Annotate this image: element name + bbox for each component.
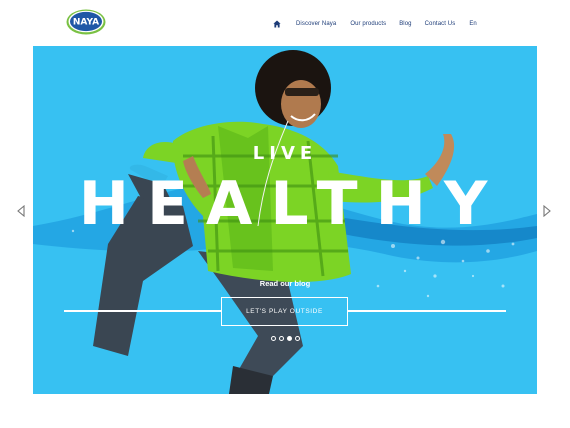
nav-contact-us[interactable]: Contact Us <box>425 21 456 27</box>
main-nav: Discover Naya Our products Blog Contact … <box>272 18 488 30</box>
cta-button[interactable]: LET'S PLAY OUTSIDE <box>221 297 348 326</box>
us-flag-icon <box>481 22 488 27</box>
nav-our-products[interactable]: Our products <box>350 21 386 27</box>
nav-discover-naya[interactable]: Discover Naya <box>296 21 336 27</box>
language-label: En <box>469 21 477 27</box>
slider-pagination <box>271 336 300 341</box>
hero-title-small: LIVE <box>252 143 318 164</box>
logo-text: NAYA <box>73 18 99 28</box>
home-icon[interactable] <box>272 19 282 29</box>
nav-blog[interactable]: Blog <box>399 21 411 27</box>
divider-right <box>348 310 506 312</box>
read-blog-link[interactable]: Read our blog <box>33 279 537 288</box>
naya-logo[interactable]: NAYA <box>66 9 106 35</box>
slider-dot-3[interactable] <box>287 336 292 341</box>
divider-left <box>64 310 221 312</box>
hero-title-large: HEALTHY <box>78 169 506 239</box>
slider-dot-1[interactable] <box>271 336 276 341</box>
slider-dot-2[interactable] <box>279 336 284 341</box>
slider-dot-4[interactable] <box>295 336 300 341</box>
chevron-right-icon[interactable] <box>542 204 552 218</box>
hero-slider: LIVE HEALTHY Read our blog LET'S PLAY OU… <box>33 46 537 394</box>
chevron-left-icon[interactable] <box>16 204 26 218</box>
language-selector[interactable]: En <box>469 21 487 27</box>
